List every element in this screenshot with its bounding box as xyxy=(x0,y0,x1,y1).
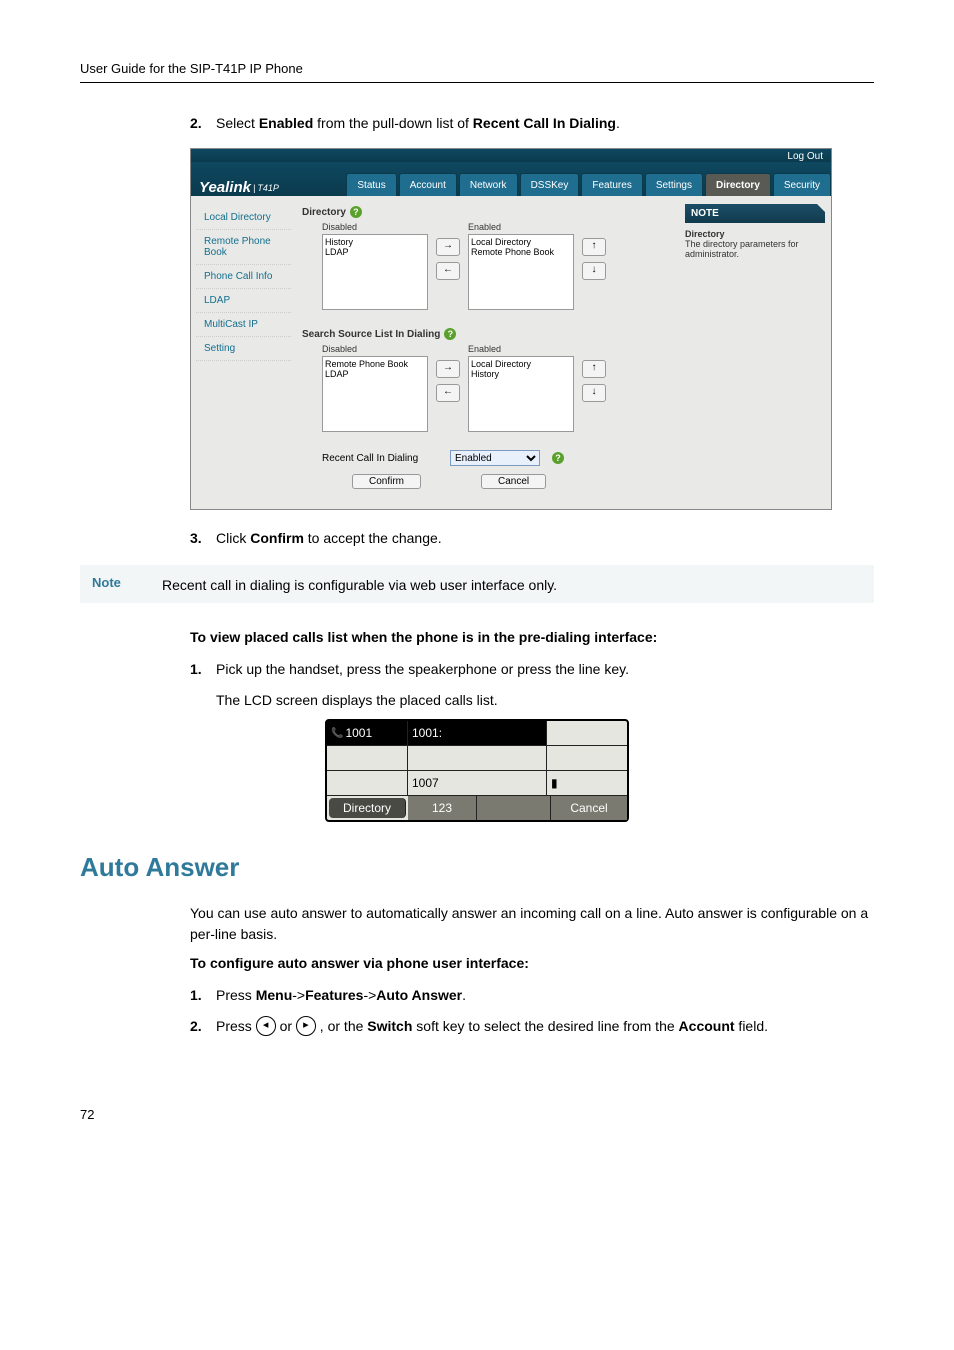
auto-answer-para: You can use auto answer to automatically… xyxy=(190,903,874,945)
aa-step-2: 2. Press ◂ or ▸ , or the Switch soft key… xyxy=(190,1016,874,1037)
aa-step-1: 1. Press Menu->Features->Auto Answer. xyxy=(190,985,874,1006)
tab-features[interactable]: Features xyxy=(581,173,642,196)
cancel-button[interactable]: Cancel xyxy=(481,474,546,489)
note-body-text: The directory parameters for administrat… xyxy=(685,239,799,259)
view-step-1: 1. Pick up the handset, press the speake… xyxy=(190,659,874,680)
lcd-line: The LCD screen displays the placed calls… xyxy=(216,690,874,711)
disabled-list[interactable]: History LDAP xyxy=(322,234,428,310)
view-placed-calls-heading: To view placed calls list when the phone… xyxy=(190,629,874,645)
note-panel: NOTE Directory The directory parameters … xyxy=(679,196,831,509)
recent-call-select[interactable]: Enabled xyxy=(450,450,540,466)
view-step-1-num: 1. xyxy=(190,659,216,680)
lcd-blank xyxy=(547,721,627,745)
sidebar-item-multicast-ip[interactable]: MultiCast IP xyxy=(196,313,291,337)
brand-logo: Yealink|T41P xyxy=(191,179,279,196)
lcd-softkey-123: 123 xyxy=(408,796,477,820)
sidebar-item-local-directory[interactable]: Local Directory xyxy=(196,206,291,230)
header-title: User Guide for the SIP-T41P IP Phone xyxy=(80,61,303,76)
move-left-button[interactable]: ← xyxy=(436,262,460,280)
lcd-scroll: ▮ xyxy=(547,771,627,795)
search-source-dual-list: Disabled Remote Phone Book LDAP → ← Enab… xyxy=(322,344,673,432)
confirm-button[interactable]: Confirm xyxy=(352,474,421,489)
main-panel: Directory? Disabled History LDAP → ← Ena… xyxy=(296,196,679,509)
disabled-list-2[interactable]: Remote Phone Book LDAP xyxy=(322,356,428,432)
lcd-line-key: 1001 xyxy=(327,721,408,745)
tab-account[interactable]: Account xyxy=(399,173,457,196)
sidebar: Local Directory Remote Phone Book Phone … xyxy=(191,196,296,509)
tab-security[interactable]: Security xyxy=(773,173,831,196)
move-down-button[interactable]: ↓ xyxy=(582,262,606,280)
disabled-list-title: Disabled xyxy=(322,222,428,232)
enabled-list[interactable]: Local Directory Remote Phone Book xyxy=(468,234,574,310)
tab-directory[interactable]: Directory xyxy=(705,173,771,196)
auto-answer-subheading: To configure auto answer via phone user … xyxy=(190,955,874,971)
step-2: 2. Select Enabled from the pull-down lis… xyxy=(190,113,874,134)
move-down-button[interactable]: ↓ xyxy=(582,384,606,402)
tab-settings[interactable]: Settings xyxy=(645,173,703,196)
move-right-button[interactable]: → xyxy=(436,238,460,256)
top-tabs: Status Account Network DSSKey Features S… xyxy=(346,162,831,196)
move-right-button[interactable]: → xyxy=(436,360,460,378)
move-left-button[interactable]: ← xyxy=(436,384,460,402)
enabled-list-title: Enabled xyxy=(468,344,574,354)
note-text: Recent call in dialing is configurable v… xyxy=(162,577,557,593)
auto-answer-heading: Auto Answer xyxy=(80,852,874,883)
step-3: 3. Click Confirm to accept the change. xyxy=(190,528,874,549)
enabled-list-title: Enabled xyxy=(468,222,574,232)
page-number: 72 xyxy=(80,1107,874,1122)
note-title: Directory xyxy=(685,229,725,239)
enabled-list-2[interactable]: Local Directory History xyxy=(468,356,574,432)
help-icon[interactable]: ? xyxy=(350,206,362,218)
sidebar-item-remote-phone-book[interactable]: Remote Phone Book xyxy=(196,230,291,265)
tab-dsskey[interactable]: DSSKey xyxy=(520,173,580,196)
step-2-num: 2. xyxy=(190,113,216,134)
step-3-body: Click Confirm to accept the change. xyxy=(216,528,874,549)
sidebar-item-phone-call-info[interactable]: Phone Call Info xyxy=(196,265,291,289)
logout-link[interactable]: Log Out xyxy=(787,151,831,162)
note-label: Note xyxy=(92,575,162,590)
lcd-softkey-directory: Directory xyxy=(329,798,406,818)
sidebar-item-setting[interactable]: Setting xyxy=(196,337,291,361)
view-step-1-body: Pick up the handset, press the speakerph… xyxy=(216,659,874,680)
section-search-source-title: Search Source List In Dialing? xyxy=(302,328,673,340)
recent-call-row: Recent Call In Dialing Enabled ? xyxy=(322,450,673,466)
lcd-call-entry: 1007 xyxy=(408,771,547,795)
lcd-softkey-cancel: Cancel xyxy=(551,796,627,820)
disabled-list-title: Disabled xyxy=(322,344,428,354)
recent-call-label: Recent Call In Dialing xyxy=(322,453,442,464)
right-key-icon: ▸ xyxy=(296,1016,316,1036)
phone-lcd: 1001 1001: 1007 ▮ Directory 123 Cancel xyxy=(325,719,629,822)
note-callout: Note Recent call in dialing is configura… xyxy=(80,565,874,603)
move-up-button[interactable]: ↑ xyxy=(582,360,606,378)
web-ui-screenshot: Log Out Yealink|T41P Status Account Netw… xyxy=(190,148,832,510)
section-directory-title: Directory? xyxy=(302,206,673,218)
help-icon[interactable]: ? xyxy=(444,328,456,340)
move-up-button[interactable]: ↑ xyxy=(582,238,606,256)
sidebar-item-ldap[interactable]: LDAP xyxy=(196,289,291,313)
left-key-icon: ◂ xyxy=(256,1016,276,1036)
help-icon[interactable]: ? xyxy=(552,452,564,464)
lcd-dial-field: 1001: xyxy=(408,721,547,745)
page-header: User Guide for the SIP-T41P IP Phone xyxy=(80,60,874,83)
note-header: NOTE xyxy=(685,204,825,223)
step-2-body: Select Enabled from the pull-down list o… xyxy=(216,113,874,134)
step-3-num: 3. xyxy=(190,528,216,549)
directory-dual-list: Disabled History LDAP → ← Enabled Local … xyxy=(322,222,673,310)
tab-status[interactable]: Status xyxy=(346,173,396,196)
tab-network[interactable]: Network xyxy=(459,173,518,196)
